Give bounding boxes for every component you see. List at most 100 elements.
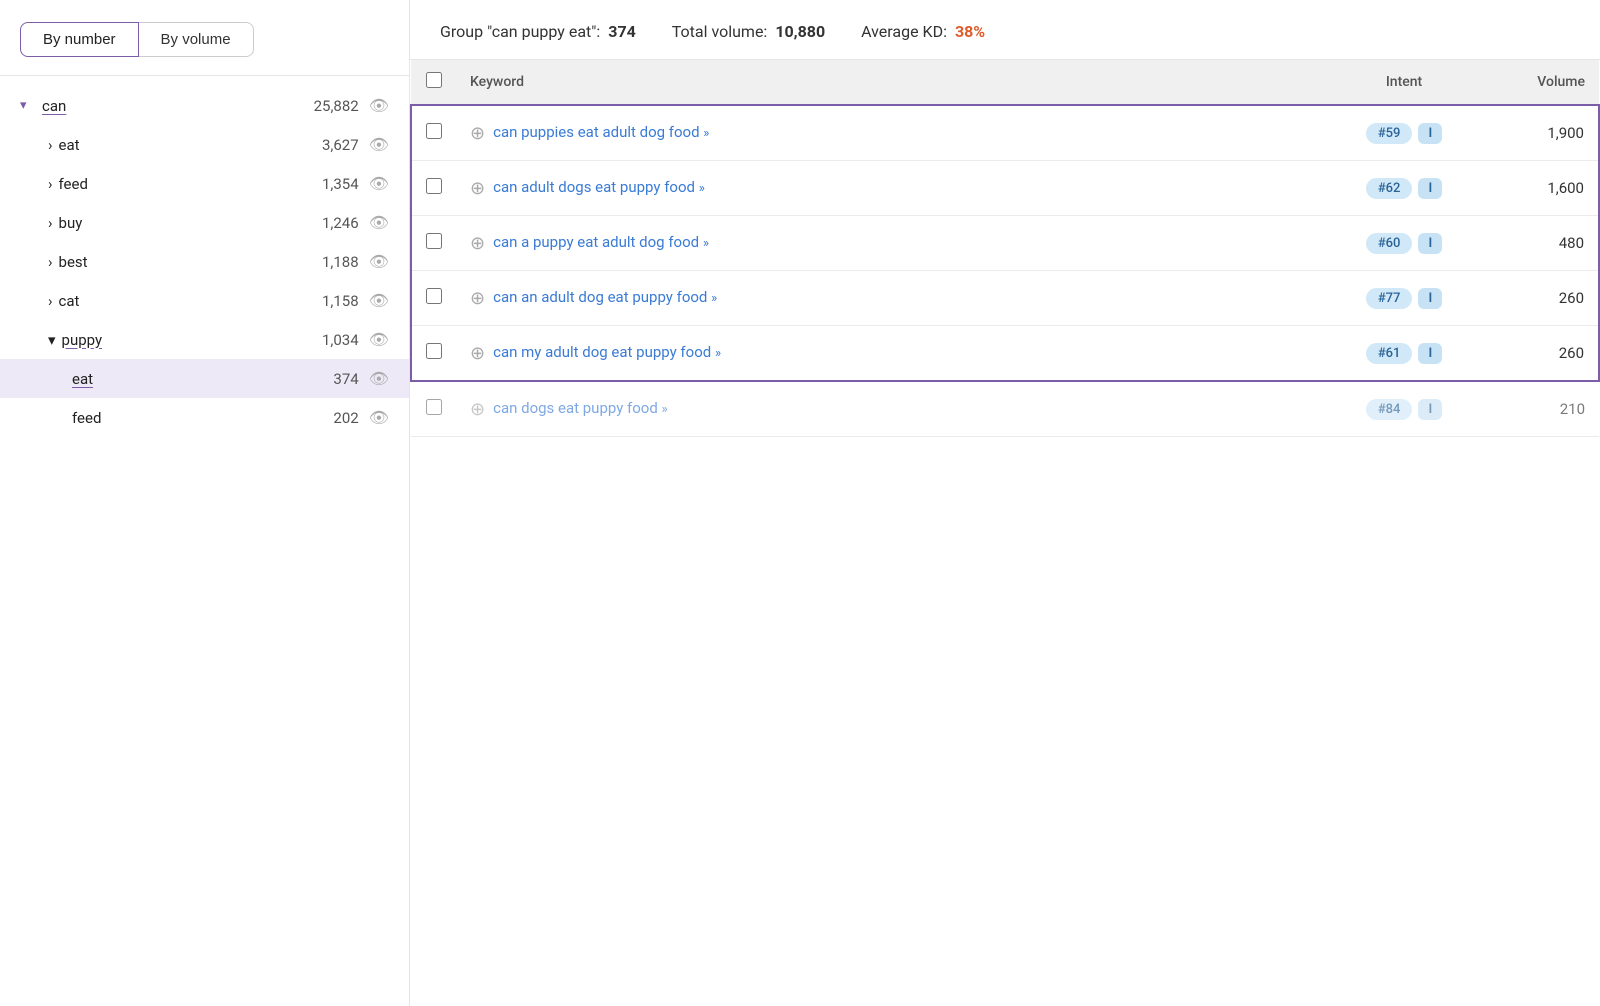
keyword-link[interactable]: can my adult dog eat puppy food » (493, 342, 721, 363)
sidebar-tabs: By number By volume (0, 0, 409, 76)
sidebar-item-label: best (59, 253, 322, 271)
rank-badge: #62 (1366, 178, 1413, 199)
row-checkbox[interactable] (426, 178, 442, 194)
chevron-right-icon: › (48, 253, 53, 271)
sidebar-item-puppy-feed[interactable]: feed 202 👁 (0, 398, 409, 437)
intent-badge: I (1418, 343, 1442, 364)
keyword-chevron-icon: » (699, 181, 705, 196)
eye-icon[interactable]: 👁 (369, 291, 389, 310)
eye-icon[interactable]: 👁 (369, 174, 389, 193)
eye-icon[interactable]: 👁 (369, 213, 389, 232)
sidebar-item-best[interactable]: › best 1,188 👁 (0, 242, 409, 281)
keyword-cell: ⊕ can an adult dog eat puppy food » (456, 271, 1349, 326)
table-row: ⊕can an adult dog eat puppy food »#77I26… (411, 271, 1599, 326)
sidebar-item-count: 3,627 (322, 136, 359, 154)
rank-cell: #77I (1349, 271, 1459, 326)
rank-badge: #59 (1366, 123, 1413, 144)
sidebar: By number By volume ▾ can 25,882 👁 › eat… (0, 0, 410, 1006)
sidebar-item-cat[interactable]: › cat 1,158 👁 (0, 281, 409, 320)
eye-icon[interactable]: 👁 (369, 408, 389, 427)
keyword-chevron-icon: » (662, 402, 668, 417)
keyword-table: Keyword Intent Volume ⊕can puppies eat a… (410, 60, 1600, 437)
sidebar-item-eat[interactable]: › eat 3,627 👁 (0, 125, 409, 164)
add-keyword-icon[interactable]: ⊕ (470, 123, 485, 144)
table-row: ⊕can puppies eat adult dog food »#59I1,9… (411, 105, 1599, 161)
rank-badge: #61 (1366, 343, 1413, 364)
volume-cell: 1,600 (1459, 161, 1599, 216)
keyword-chevron-icon: » (703, 126, 709, 141)
tab-by-number[interactable]: By number (20, 22, 139, 57)
eye-icon[interactable]: 👁 (369, 96, 389, 115)
eye-icon[interactable]: 👁 (369, 135, 389, 154)
table-row: ⊕ can adult dogs eat puppy food » #62I1,60… (411, 161, 1599, 216)
row-checkbox-cell (411, 216, 456, 271)
add-keyword-icon[interactable]: ⊕ (470, 178, 485, 199)
avg-kd-label: Average KD: (861, 22, 947, 41)
rank-badge: #60 (1366, 233, 1413, 254)
row-checkbox-cell (411, 105, 456, 161)
row-checkbox[interactable] (426, 399, 442, 415)
row-checkbox[interactable] (426, 343, 442, 359)
intent-badge: I (1418, 288, 1442, 309)
volume-cell: 480 (1459, 216, 1599, 271)
chevron-right-icon: › (48, 136, 53, 154)
col-header-keyword: Keyword (456, 60, 1349, 105)
sidebar-item-label: eat (72, 370, 333, 388)
sidebar-item-count: 374 (333, 370, 358, 388)
select-all-checkbox[interactable] (426, 72, 442, 88)
row-checkbox[interactable] (426, 288, 442, 304)
row-checkbox[interactable] (426, 233, 442, 249)
add-keyword-icon[interactable]: ⊕ (470, 288, 485, 309)
keyword-link[interactable]: can an adult dog eat puppy food » (493, 287, 717, 308)
eye-icon[interactable]: 👁 (369, 252, 389, 271)
sidebar-item-feed[interactable]: › feed 1,354 👁 (0, 164, 409, 203)
sidebar-item-count: 202 (333, 409, 358, 427)
rank-cell: #62I (1349, 161, 1459, 216)
sidebar-item-puppy[interactable]: ▾ puppy 1,034 👁 (0, 320, 409, 359)
sidebar-item-label: can (42, 97, 314, 115)
chevron-down-icon: ▾ (20, 98, 42, 113)
keyword-link[interactable]: can a puppy eat adult dog food » (493, 232, 709, 253)
rank-badge: #84 (1366, 399, 1413, 420)
add-keyword-icon[interactable]: ⊕ (470, 399, 485, 420)
keyword-link[interactable]: can adult dogs eat puppy food » (493, 177, 705, 198)
sidebar-item-count: 1,188 (322, 253, 359, 271)
keyword-cell: ⊕ can puppies eat adult dog food » (456, 105, 1349, 161)
rank-cell: #61I (1349, 326, 1459, 382)
col-header-volume: Volume (1459, 60, 1599, 105)
group-count: 374 (608, 22, 636, 41)
volume-cell: 210 (1459, 381, 1599, 437)
volume-cell: 260 (1459, 271, 1599, 326)
add-keyword-icon[interactable]: ⊕ (470, 343, 485, 364)
row-checkbox[interactable] (426, 123, 442, 139)
row-checkbox-cell (411, 326, 456, 382)
intent-badge: I (1418, 233, 1442, 254)
total-volume-value: 10,880 (775, 22, 825, 41)
sidebar-item-can[interactable]: ▾ can 25,882 👁 (0, 86, 409, 125)
keyword-link[interactable]: can puppies eat adult dog food » (493, 122, 709, 143)
sidebar-item-label: buy (59, 214, 322, 232)
rank-cell: #84I (1349, 381, 1459, 437)
rank-badge: #77 (1366, 288, 1413, 309)
keyword-link[interactable]: can dogs eat puppy food » (493, 398, 668, 419)
sidebar-item-label: eat (59, 136, 322, 154)
chevron-down-icon: ▾ (48, 331, 56, 349)
tab-by-volume[interactable]: By volume (139, 22, 254, 57)
keyword-cell: ⊕ can my adult dog eat puppy food » (456, 326, 1349, 382)
add-keyword-icon[interactable]: ⊕ (470, 233, 485, 254)
eye-icon[interactable]: 👁 (369, 369, 389, 388)
row-checkbox-cell (411, 381, 456, 437)
row-checkbox-cell (411, 271, 456, 326)
chevron-right-icon: › (48, 292, 53, 310)
keyword-cell: ⊕ can adult dogs eat puppy food » (456, 161, 1349, 216)
separator2 (839, 22, 847, 41)
intent-badge: I (1418, 123, 1442, 144)
chevron-right-icon: › (48, 175, 53, 193)
sidebar-item-buy[interactable]: › buy 1,246 👁 (0, 203, 409, 242)
rank-cell: #59I (1349, 105, 1459, 161)
sidebar-item-puppy-eat[interactable]: eat 374 👁 (0, 359, 409, 398)
row-checkbox-cell (411, 161, 456, 216)
sidebar-item-count: 1,246 (322, 214, 359, 232)
eye-icon[interactable]: 👁 (369, 330, 389, 349)
main-panel: Group "can puppy eat": 374 Total volume:… (410, 0, 1600, 1006)
